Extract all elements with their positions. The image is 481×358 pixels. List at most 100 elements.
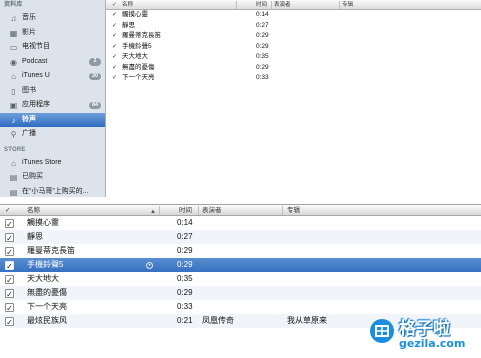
sidebar: 资料库 ♫ 音乐 ▦ 影片 ▭ 电视节目 ◉ Podcast 2 ⌂ iTunes U 20 ▯ 图书 ▣ 应用… xyxy=(0,0,106,197)
column-album[interactable]: 专辑 xyxy=(287,205,300,216)
column-name[interactable]: 名称 xyxy=(27,205,40,216)
row-checkbox[interactable]: ✓ xyxy=(112,21,117,32)
sidebar-item-label: 广播 xyxy=(22,130,36,137)
sidebar-item[interactable]: ⌂ iTunes Store xyxy=(0,156,105,171)
table-row[interactable]: ✓ 天大地大 0:35 xyxy=(0,272,481,286)
music-note-icon: ♫ xyxy=(10,14,17,23)
sidebar-item-label: 应用程序 xyxy=(22,101,50,108)
track-time: 0:33 xyxy=(256,74,269,81)
radio-icon: ⚲ xyxy=(10,130,17,139)
sidebar-item[interactable]: ▣ 应用程序 84 xyxy=(0,98,105,113)
column-time[interactable]: 时间 xyxy=(179,205,192,216)
header-check-icon[interactable]: ✓ xyxy=(5,205,10,216)
count-badge: 20 xyxy=(89,72,101,80)
sidebar-item-label: 图书 xyxy=(22,86,36,94)
column-name[interactable]: 名称 xyxy=(122,0,133,10)
table-row[interactable]: ✓ 手機鈴聲5 0:29 xyxy=(106,42,481,53)
row-checkbox[interactable]: ✓ xyxy=(112,42,117,53)
table-row[interactable]: ✓ 羅曼蒂克長笛 0:29 xyxy=(0,244,481,258)
track-time: 0:29 xyxy=(256,63,269,71)
sidebar-item-label: 已购买 xyxy=(22,173,43,180)
sidebar-section-header: STORE xyxy=(4,146,26,153)
row-checkbox[interactable]: ✓ xyxy=(5,274,14,285)
track-name: 羅曼蒂克長笛 xyxy=(27,246,75,255)
row-checkbox[interactable]: ✓ xyxy=(5,316,14,327)
watermark: 格子啦 gezila.com xyxy=(369,312,477,354)
track-time: 0:29 xyxy=(256,42,269,50)
podcast-icon: ◉ xyxy=(10,57,17,67)
sidebar-item[interactable]: ♫ 音乐 xyxy=(0,11,105,26)
row-checkbox[interactable]: ✓ xyxy=(5,232,14,243)
row-checkbox[interactable]: ✓ xyxy=(5,246,14,257)
row-checkbox[interactable]: ✓ xyxy=(112,52,117,63)
row-checkbox[interactable]: ✓ xyxy=(5,218,14,229)
row-checkbox[interactable]: ✓ xyxy=(5,260,14,271)
itunes-screenshot: 资料库 ♫ 音乐 ▦ 影片 ▭ 电视节目 ◉ Podcast 2 ⌂ iTunes U 20 ▯ 图书 ▣ 应用… xyxy=(0,0,481,358)
sidebar-item[interactable]: ⚲ 广播 xyxy=(0,127,105,142)
header-check-icon[interactable]: ✓ xyxy=(112,0,117,10)
track-name: 羅曼蒂克長笛 xyxy=(122,32,161,39)
sidebar-item[interactable]: ▤ 在“小马哥”上购买的... xyxy=(0,185,105,198)
sidebar-item-label: 在“小马哥”上购买的... xyxy=(22,187,89,195)
watermark-logo-icon xyxy=(370,319,394,343)
ringtone-bell-icon: ♪ xyxy=(11,115,16,125)
table-row[interactable]: ✓ 羅曼蒂克長笛 0:29 xyxy=(106,31,481,42)
table-row[interactable]: ✓ 天大地大 0:35 xyxy=(106,52,481,63)
track-album: 我从草原来 xyxy=(287,316,327,325)
sidebar-item[interactable]: ▭ 电视节目 xyxy=(0,40,105,55)
column-artist[interactable]: 表演者 xyxy=(202,205,222,216)
track-name: 最炫民族风 xyxy=(27,316,67,325)
track-time: 0:29 xyxy=(256,32,269,39)
column-separator xyxy=(159,206,160,215)
sidebar-item[interactable]: ⌂ iTunes U 20 xyxy=(0,69,105,84)
table-row[interactable]: ✓ 手機鈴聲5 • 0:29 xyxy=(0,258,481,272)
row-checkbox[interactable]: ✓ xyxy=(112,31,117,42)
table-row[interactable]: ✓ 無盡的憂傷 0:29 xyxy=(106,63,481,74)
track-time: 0:29 xyxy=(177,246,193,255)
row-checkbox[interactable]: ✓ xyxy=(112,63,117,74)
track-time: 0:21 xyxy=(177,316,193,325)
table-row[interactable]: ✓ 觸摸心靈 0:14 xyxy=(0,216,481,230)
top-itunes-window: 资料库 ♫ 音乐 ▦ 影片 ▭ 电视节目 ◉ Podcast 2 ⌂ iTunes U 20 ▯ 图书 ▣ 应用… xyxy=(0,0,481,197)
now-playing-status-icon[interactable]: • xyxy=(146,261,153,269)
row-checkbox[interactable]: ✓ xyxy=(5,302,14,313)
sidebar-item[interactable]: ▤ 已购买 xyxy=(0,170,105,185)
watermark-url: gezila.com xyxy=(399,337,466,350)
row-checkbox[interactable]: ✓ xyxy=(112,10,117,21)
track-name: 觸摸心靈 xyxy=(122,11,148,18)
top-track-list: ✓ 名称 时间 表演者 专辑 ✓ 觸摸心靈 0:14 ✓ 靜思 0:27 ✓ 羅曼蒂克長笛 0:… xyxy=(106,0,481,197)
sidebar-item[interactable]: ♪ 铃声 xyxy=(0,112,105,127)
table-row[interactable]: ✓ 靜思 0:27 xyxy=(106,21,481,32)
table-row[interactable]: ✓ 靜思 0:27 xyxy=(0,230,481,244)
film-icon: ▦ xyxy=(9,28,18,38)
store-icon: ⌂ xyxy=(11,158,16,168)
table-row[interactable]: ✓ 無盡的憂傷 0:29 xyxy=(0,286,481,300)
track-name: 無盡的憂傷 xyxy=(122,63,155,71)
row-checkbox[interactable]: ✓ xyxy=(5,288,14,299)
bottom-itunes-window: ✓ 名称 ▲ 时间 表演者 专辑 ✓ 觸摸心靈 0:14 ✓ 靜思 0:27 ✓ 羅曼蒂克長笛… xyxy=(0,204,481,358)
column-album[interactable]: 专辑 xyxy=(342,0,353,10)
column-time[interactable]: 时间 xyxy=(256,0,267,10)
sidebar-item[interactable]: ◉ Podcast 2 xyxy=(0,55,105,70)
track-time: 0:14 xyxy=(177,218,193,227)
track-time: 0:35 xyxy=(256,53,269,60)
watermark-title: 格子啦 xyxy=(399,319,450,339)
table-row[interactable]: ✓ 觸摸心靈 0:14 xyxy=(106,10,481,21)
track-artist: 凤凰传奇 xyxy=(202,316,234,325)
track-time: 0:29 xyxy=(177,260,193,269)
top-list-header: ✓ 名称 时间 表演者 专辑 xyxy=(106,0,481,10)
sidebar-item[interactable]: ▦ 影片 xyxy=(0,26,105,41)
table-row[interactable]: ✓ 下一个天亮 0:33 xyxy=(106,73,481,84)
bottom-list-header: ✓ 名称 ▲ 时间 表演者 专辑 xyxy=(0,205,481,216)
track-time: 0:33 xyxy=(177,302,193,311)
track-name: 無盡的憂傷 xyxy=(27,288,67,297)
column-artist[interactable]: 表演者 xyxy=(274,0,291,10)
book-icon: ▯ xyxy=(11,86,16,96)
track-name: 下一个天亮 xyxy=(122,74,155,81)
column-separator xyxy=(198,206,199,215)
count-badge: 2 xyxy=(89,58,101,66)
sidebar-item-label: iTunes U xyxy=(22,72,50,79)
column-separator xyxy=(282,206,283,215)
sidebar-item[interactable]: ▯ 图书 xyxy=(0,84,105,99)
row-checkbox[interactable]: ✓ xyxy=(112,73,117,84)
